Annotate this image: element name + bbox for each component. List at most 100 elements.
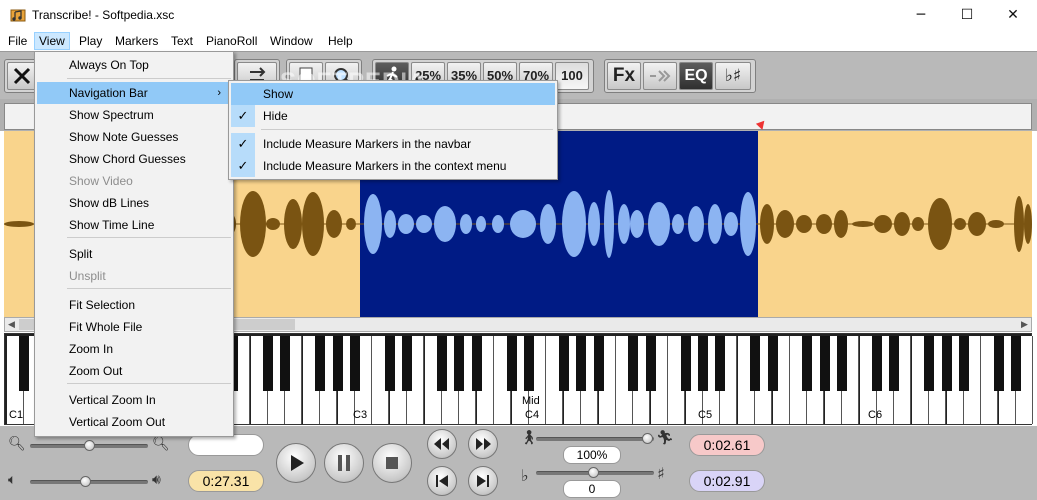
navbar-submenu-item-label: Hide	[263, 109, 288, 123]
navbar-submenu-item-include-measure-markers-in-the-context-menu[interactable]: ✓ Include Measure Markers in the context …	[231, 155, 555, 177]
rewind-button[interactable]	[427, 429, 457, 459]
view-menu-item-navigation-bar[interactable]: Navigation Bar ›	[37, 82, 231, 104]
black-key[interactable]	[889, 336, 900, 391]
black-key[interactable]	[715, 336, 726, 391]
speed-slider-knob[interactable]	[642, 433, 653, 444]
black-key[interactable]	[802, 336, 813, 391]
view-menu-item-vertical-zoom-out[interactable]: Vertical Zoom Out	[37, 411, 231, 433]
selection-start-time[interactable]: 0:02.61	[689, 434, 765, 456]
zoom-out-icon[interactable]: 🔍︎	[8, 436, 26, 452]
volume-slider-knob[interactable]	[80, 476, 91, 487]
transpose-value[interactable]: 0	[563, 480, 621, 498]
black-key[interactable]	[680, 336, 691, 391]
fx-button[interactable]: Fx	[607, 62, 641, 90]
accidentals-button[interactable]: ♭♯	[715, 62, 751, 90]
close-file-button[interactable]	[7, 62, 37, 90]
view-menu-item-show-spectrum[interactable]: Show Spectrum	[37, 104, 231, 126]
black-key[interactable]	[263, 336, 273, 391]
view-menu-item-fit-selection[interactable]: Fit Selection	[37, 294, 231, 316]
black-key[interactable]	[872, 336, 882, 391]
view-menu-item-show-note-guesses[interactable]: Show Note Guesses	[37, 126, 231, 148]
zoom-in-icon[interactable]: 🔍︎	[152, 436, 170, 452]
selection-end-time[interactable]: 0:02.91	[689, 470, 765, 492]
menu-pianoroll[interactable]: PianoRoll	[202, 32, 261, 50]
fast-forward-button[interactable]	[468, 429, 498, 459]
black-key[interactable]	[576, 336, 587, 391]
volume-low-icon: 🔈︎	[8, 472, 17, 488]
black-key[interactable]	[698, 336, 708, 391]
view-menu-item-zoom-in[interactable]: Zoom In	[37, 338, 231, 360]
black-key[interactable]	[558, 336, 569, 391]
black-key[interactable]	[471, 336, 482, 391]
black-key[interactable]	[924, 336, 935, 391]
speed-value[interactable]: 100%	[563, 446, 621, 464]
menu-markers[interactable]: Markers	[111, 32, 162, 50]
marker-name-field[interactable]	[188, 434, 264, 456]
menu-play[interactable]: Play	[75, 32, 106, 50]
menu-help[interactable]: Help	[324, 32, 357, 50]
black-key[interactable]	[454, 336, 465, 391]
speed-slider[interactable]	[536, 437, 654, 441]
black-key[interactable]	[350, 336, 360, 391]
menu-separator	[67, 78, 231, 79]
minimize-button[interactable]: ─	[898, 0, 944, 30]
view-menu-item-always-on-top[interactable]: Always On Top	[37, 54, 231, 76]
view-menu-item-show-db-lines[interactable]: Show dB Lines	[37, 192, 231, 214]
black-key[interactable]	[767, 336, 778, 391]
navbar-submenu-item-hide[interactable]: ✓ Hide	[231, 105, 555, 127]
menu-text[interactable]: Text	[167, 32, 197, 50]
menu-window[interactable]: Window	[266, 32, 317, 50]
black-key[interactable]	[750, 336, 761, 391]
navbar-submenu-item-include-measure-markers-in-the-navbar[interactable]: ✓ Include Measure Markers in the navbar	[231, 133, 555, 155]
menu-view[interactable]: View	[34, 32, 70, 50]
scroll-right-arrow-icon[interactable]: ▶	[1018, 318, 1031, 331]
black-key[interactable]	[332, 336, 343, 391]
speed-100-button[interactable]: 100	[555, 62, 589, 90]
zoom-slider-knob[interactable]	[84, 440, 95, 451]
black-key[interactable]	[506, 336, 517, 391]
black-key[interactable]	[628, 336, 639, 391]
view-menu-item-fit-whole-file[interactable]: Fit Whole File	[37, 316, 231, 338]
view-menu-item-show-chord-guesses[interactable]: Show Chord Guesses	[37, 148, 231, 170]
view-menu-item-label: Show Chord Guesses	[69, 152, 186, 166]
scroll-left-arrow-icon[interactable]: ◀	[5, 318, 18, 331]
pause-button[interactable]	[324, 443, 364, 483]
black-key[interactable]	[19, 336, 30, 391]
black-key[interactable]	[280, 336, 291, 391]
black-key[interactable]	[959, 336, 969, 391]
play-button[interactable]	[276, 443, 316, 483]
waveform-segment	[384, 210, 396, 238]
stop-button[interactable]	[372, 443, 412, 483]
black-key[interactable]	[593, 336, 604, 391]
fast-forward-icon	[476, 438, 491, 450]
view-menu-item-vertical-zoom-in[interactable]: Vertical Zoom In	[37, 389, 231, 411]
black-key[interactable]	[315, 336, 326, 391]
view-menu-item-split[interactable]: Split	[37, 243, 231, 265]
position-time[interactable]: 0:27.31	[188, 470, 264, 492]
black-key[interactable]	[993, 336, 1004, 391]
black-key[interactable]	[384, 336, 395, 391]
black-key[interactable]	[402, 336, 413, 391]
black-key[interactable]	[524, 336, 534, 391]
black-key[interactable]	[437, 336, 447, 391]
black-key[interactable]	[837, 336, 848, 391]
view-menu: Always On Top Navigation Bar › Show Spectru…	[34, 51, 234, 437]
sharp-icon: ♯	[657, 464, 665, 483]
maximize-button[interactable]: ☐	[944, 0, 990, 30]
navbar-submenu-item-show[interactable]: Show	[231, 83, 555, 105]
menu-file[interactable]: File	[4, 32, 31, 50]
transpose-slider-knob[interactable]	[588, 467, 599, 478]
view-menu-item-show-time-line[interactable]: Show Time Line	[37, 214, 231, 236]
black-key[interactable]	[1011, 336, 1022, 391]
black-key[interactable]	[941, 336, 952, 391]
eq-button[interactable]: EQ	[679, 62, 713, 90]
skip-button[interactable]	[643, 62, 677, 90]
close-button[interactable]: ✕	[990, 0, 1036, 30]
view-menu-item-zoom-out[interactable]: Zoom Out	[37, 360, 231, 382]
play-icon	[291, 455, 304, 471]
view-menu-item-label: Vertical Zoom Out	[69, 415, 166, 429]
next-button[interactable]	[468, 466, 498, 496]
black-key[interactable]	[819, 336, 830, 391]
previous-button[interactable]	[427, 466, 457, 496]
black-key[interactable]	[645, 336, 656, 391]
